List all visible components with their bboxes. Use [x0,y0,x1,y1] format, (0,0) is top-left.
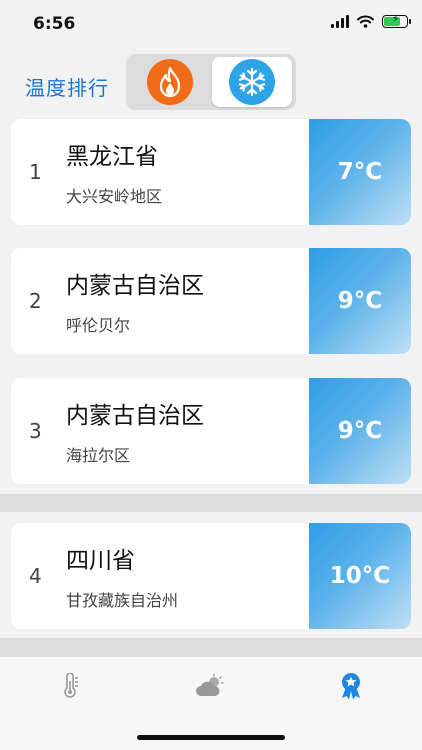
home-indicator [137,735,285,740]
rank-number: 4 [29,564,42,588]
ranking-card[interactable]: 2 内蒙古自治区 呼伦贝尔 9°C [11,248,411,354]
wifi-icon [357,15,374,28]
signal-icon [331,15,349,28]
temperature-value: 9°C [309,248,411,354]
temperature-value: 9°C [309,378,411,484]
temperature-value: 10°C [309,523,411,629]
area-name: 甘孜藏族自治州 [66,591,179,610]
area-name: 大兴安岭地区 [66,187,163,206]
snowflake-icon [229,59,275,105]
area-name: 呼伦贝尔 [66,316,131,335]
fire-icon [147,59,193,105]
section-divider [0,494,422,512]
ranking-card[interactable]: 1 黑龙江省 大兴安岭地区 7°C [11,119,411,225]
ranking-list[interactable]: 1 黑龙江省 大兴安岭地区 7°C 2 内蒙古自治区 呼伦贝尔 9°C 3 内蒙… [0,116,422,656]
tab-weather[interactable] [190,671,230,701]
award-badge-icon [342,673,360,700]
province-name: 内蒙古自治区 [66,273,204,299]
rank-number: 2 [29,289,42,313]
hottest-toggle-button[interactable] [130,57,210,107]
ranking-card[interactable]: 3 内蒙古自治区 海拉尔区 9°C [11,378,411,484]
temperature-value: 7°C [309,119,411,225]
battery-icon: ⚡ [382,14,411,28]
rank-number: 3 [29,419,42,443]
status-time: 6:56 [33,14,76,34]
province-name: 四川省 [66,548,135,574]
header: 温度排行 [0,50,422,116]
page-title: 温度排行 [25,76,109,100]
status-icons: ⚡ [331,14,411,28]
province-name: 黑龙江省 [66,144,158,170]
thermometer-icon [64,673,78,698]
weather-icon [196,673,224,696]
section-divider [0,638,422,656]
coldest-toggle-button[interactable] [212,57,292,107]
area-name: 海拉尔区 [66,446,131,465]
status-bar: 6:56 ⚡ [0,0,422,50]
rank-number: 1 [29,160,42,184]
temperature-mode-segment [126,54,296,110]
tab-ranking[interactable] [331,671,371,701]
tab-temperature[interactable] [50,671,90,701]
province-name: 内蒙古自治区 [66,403,204,429]
ranking-card[interactable]: 4 四川省 甘孜藏族自治州 10°C [11,523,411,629]
